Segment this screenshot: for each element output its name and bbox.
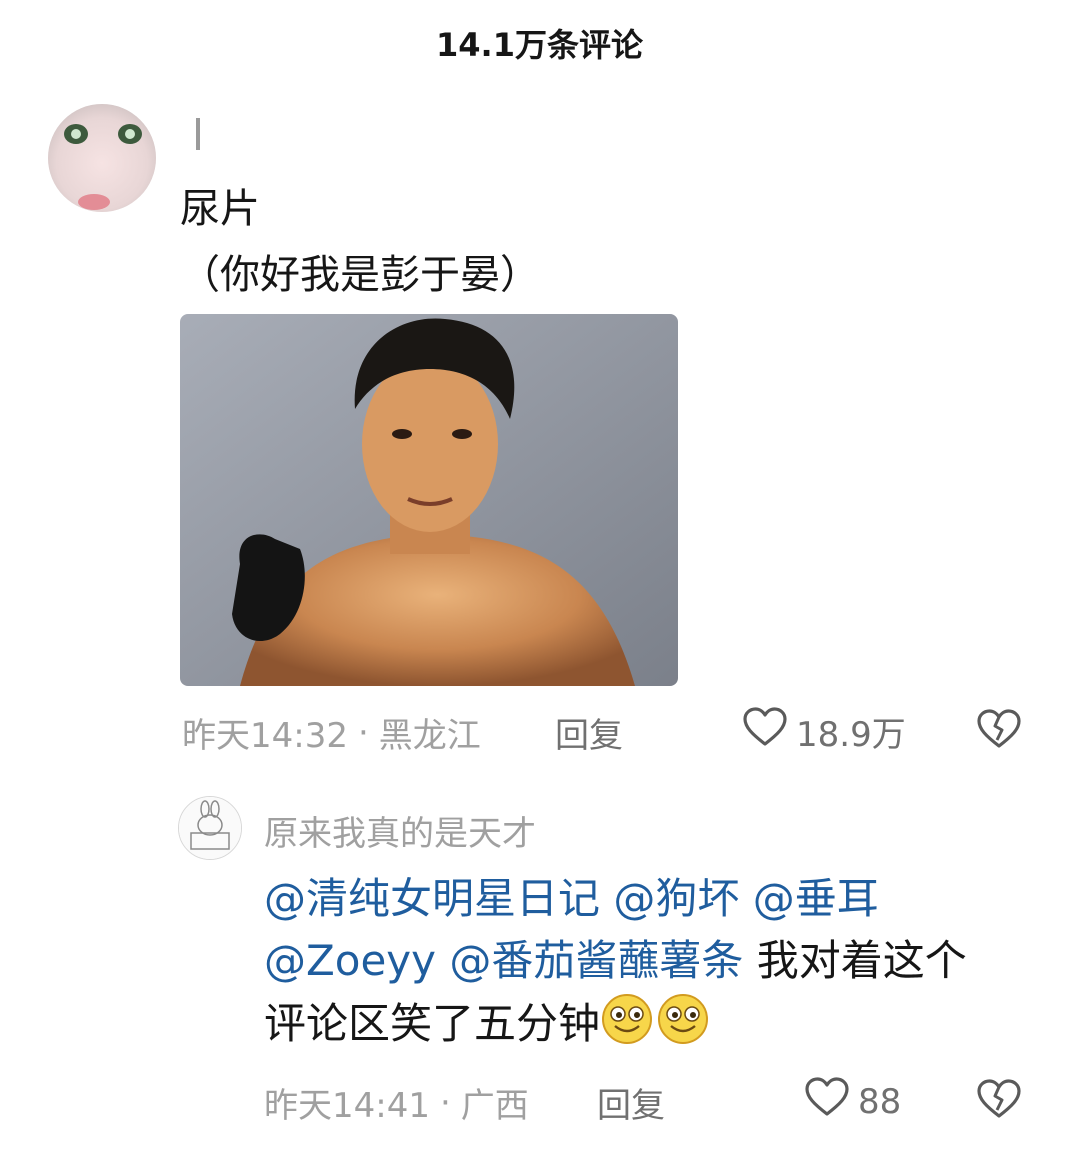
mention-link[interactable]: @Zoeyy bbox=[264, 936, 436, 985]
reply-location: 广西 bbox=[460, 1086, 529, 1126]
reply-line-3: 评论区笑了五分钟 bbox=[264, 992, 1044, 1063]
like-count: 18.9万 bbox=[796, 715, 906, 755]
mention-link[interactable]: @垂耳 bbox=[753, 874, 879, 923]
reply-text-fragment: 评论区笑了五分钟 bbox=[264, 999, 601, 1048]
smile-emoji-icon bbox=[656, 992, 710, 1063]
heart-outline-icon bbox=[742, 706, 788, 757]
mention-link[interactable]: @清纯女明星日记 bbox=[264, 874, 600, 923]
comment-line-2: （你好我是彭于晏） bbox=[180, 252, 540, 298]
reply-line-1: @清纯女明星日记 @狗坏 @垂耳 bbox=[264, 868, 1044, 930]
reply-username[interactable]: 原来我真的是天才 bbox=[264, 806, 536, 855]
mention-link[interactable]: @番茄酱蘸薯条 bbox=[449, 936, 743, 985]
reply-avatar[interactable] bbox=[178, 796, 242, 860]
meta-separator: · bbox=[357, 712, 369, 753]
comment-location: 黑龙江 bbox=[378, 716, 481, 756]
reply-time: 昨天14:41 bbox=[264, 1086, 430, 1126]
comment-meta: 昨天14:32 · 黑龙江 bbox=[182, 708, 481, 757]
comment-line-1: 尿片 bbox=[180, 186, 260, 232]
mention-link[interactable]: @狗坏 bbox=[613, 874, 739, 923]
comment-text: 尿片 （你好我是彭于晏） bbox=[180, 176, 540, 308]
comments-count-title: 14.1万条评论 bbox=[436, 26, 643, 64]
comment-image[interactable] bbox=[180, 314, 678, 686]
reply-meta: 昨天14:41 · 广西 bbox=[264, 1078, 529, 1127]
reply-button[interactable]: 回复 bbox=[555, 708, 623, 757]
broken-heart-icon bbox=[976, 708, 1022, 754]
comment-time: 昨天14:32 bbox=[182, 716, 348, 756]
smile-emoji-icon bbox=[600, 992, 654, 1063]
dislike-button[interactable] bbox=[976, 708, 1022, 754]
reply-dislike-button[interactable] bbox=[976, 1078, 1022, 1124]
reply-to-reply-button[interactable]: 回复 bbox=[597, 1078, 665, 1127]
reply-like-count: 88 bbox=[858, 1081, 902, 1122]
commenter-avatar[interactable] bbox=[48, 104, 156, 212]
reply-like-button[interactable]: 88 bbox=[804, 1076, 901, 1127]
reply-line-2: @Zoeyy @番茄酱蘸薯条 我对着这个 bbox=[264, 930, 1044, 992]
commenter-name[interactable] bbox=[196, 118, 200, 150]
like-button[interactable]: 18.9万 bbox=[742, 706, 906, 757]
broken-heart-icon bbox=[976, 1078, 1022, 1124]
reply-text: @清纯女明星日记 @狗坏 @垂耳 @Zoeyy @番茄酱蘸薯条 我对着这个 评论… bbox=[264, 868, 1044, 1063]
meta-separator: · bbox=[439, 1082, 451, 1123]
heart-outline-icon bbox=[804, 1076, 850, 1127]
reply-text-fragment: 我对着这个 bbox=[756, 936, 967, 985]
